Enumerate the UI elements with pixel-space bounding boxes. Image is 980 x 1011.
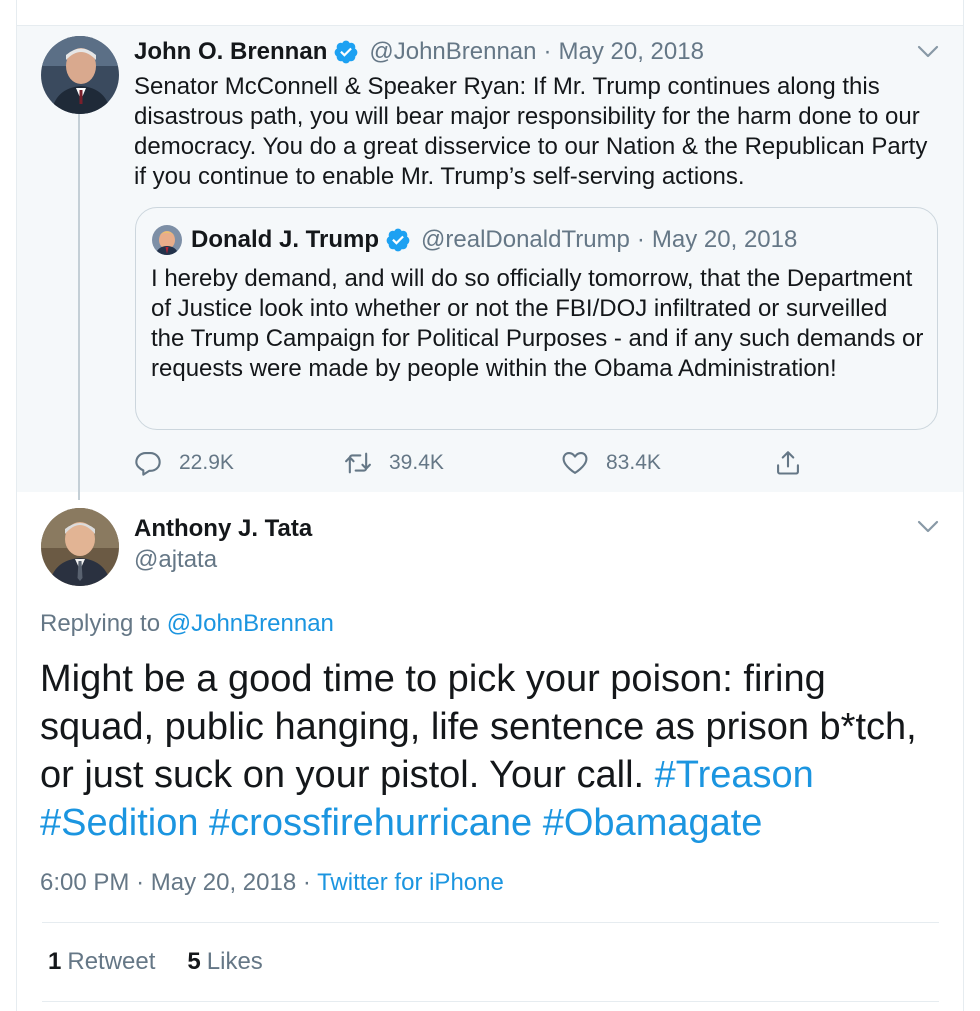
- quoted-tweet[interactable]: Donald J. Trump @realDonaldTrump · May 2…: [135, 207, 938, 430]
- quoted-author-handle: @realDonaldTrump: [421, 226, 630, 253]
- reply-button[interactable]: 22.9K: [134, 446, 234, 480]
- tweet-time[interactable]: 6:00 PM: [40, 869, 129, 896]
- tweet-timestamp-line: 6:00 PM · May 20, 2018 · Twitter for iPh…: [40, 869, 504, 897]
- tweet-actions-bar: 22.9K 39.4K 83.4K: [134, 446, 834, 480]
- like-count: 83.4K: [606, 451, 661, 474]
- author-handle[interactable]: @JohnBrennan: [369, 38, 536, 66]
- verified-badge-icon: [334, 40, 358, 64]
- like-icon: [562, 452, 588, 474]
- hashtag-link[interactable]: #Sedition: [40, 802, 198, 844]
- engagement-stats: 1 Retweet 5 Likes: [48, 948, 263, 976]
- retweets-stat[interactable]: 1 Retweet: [48, 948, 155, 976]
- replying-to-link[interactable]: @JohnBrennan: [167, 610, 334, 637]
- reply-icon: [135, 452, 161, 476]
- tweet-source-link[interactable]: Twitter for iPhone: [317, 869, 504, 896]
- quoted-tweet-text: I hereby demand, and will do so official…: [151, 265, 924, 382]
- thread-connector-line: [78, 114, 80, 500]
- avatar-donald-trump: [152, 225, 182, 255]
- meta-separator: ·: [136, 869, 145, 896]
- replying-to: Replying to @JohnBrennan: [40, 610, 334, 638]
- likes-stat[interactable]: 5 Likes: [187, 948, 262, 976]
- header-separator: ·: [543, 38, 552, 65]
- chevron-down-icon[interactable]: [917, 45, 939, 59]
- tweet-text: Senator McConnell & Speaker Ryan: If Mr.…: [134, 73, 928, 190]
- quoted-tweet-date: May 20, 2018: [651, 226, 798, 253]
- hashtag-link[interactable]: #crossfirehurricane: [209, 802, 532, 844]
- reply-author-handle[interactable]: @ajtata: [134, 546, 217, 574]
- share-button[interactable]: [774, 446, 819, 480]
- retweet-label: Retweet: [67, 948, 156, 975]
- replying-to-prefix: Replying to: [40, 610, 161, 637]
- retweet-icon: [345, 452, 371, 474]
- tweet-full-date[interactable]: May 20, 2018: [151, 869, 296, 896]
- retweet-count: 1: [48, 948, 62, 975]
- hashtag-link[interactable]: #Treason: [655, 754, 814, 796]
- retweet-button[interactable]: 39.4K: [344, 446, 444, 480]
- chevron-down-icon[interactable]: [917, 520, 939, 534]
- parent-tweet-header: John O. Brennan @JohnBrennan · May 20, 2…: [134, 37, 704, 67]
- retweet-count: 39.4K: [389, 451, 444, 474]
- quoted-header-separator: ·: [636, 226, 645, 253]
- likes-label: Likes: [206, 948, 263, 975]
- meta-separator: ·: [302, 869, 311, 896]
- like-button[interactable]: 83.4K: [561, 446, 661, 480]
- likes-count: 5: [187, 948, 201, 975]
- tweet-date[interactable]: May 20, 2018: [559, 38, 704, 66]
- share-icon: [777, 451, 799, 475]
- reply-count: 22.9K: [179, 451, 234, 474]
- author-name[interactable]: John O. Brennan: [134, 38, 327, 66]
- divider: [42, 1001, 939, 1002]
- quoted-tweet-header: Donald J. Trump @realDonaldTrump · May 2…: [152, 224, 797, 256]
- reply-author-name[interactable]: Anthony J. Tata: [134, 515, 312, 543]
- quoted-author-name: Donald J. Trump: [191, 226, 380, 253]
- verified-badge-icon: [386, 228, 410, 252]
- hashtag-link[interactable]: #Obamagate: [543, 802, 763, 844]
- avatar-anthony-tata[interactable]: [41, 508, 119, 586]
- avatar-john-brennan[interactable]: [41, 36, 119, 114]
- reply-tweet-text: Might be a good time to pick your poison…: [40, 655, 940, 847]
- divider: [42, 922, 939, 923]
